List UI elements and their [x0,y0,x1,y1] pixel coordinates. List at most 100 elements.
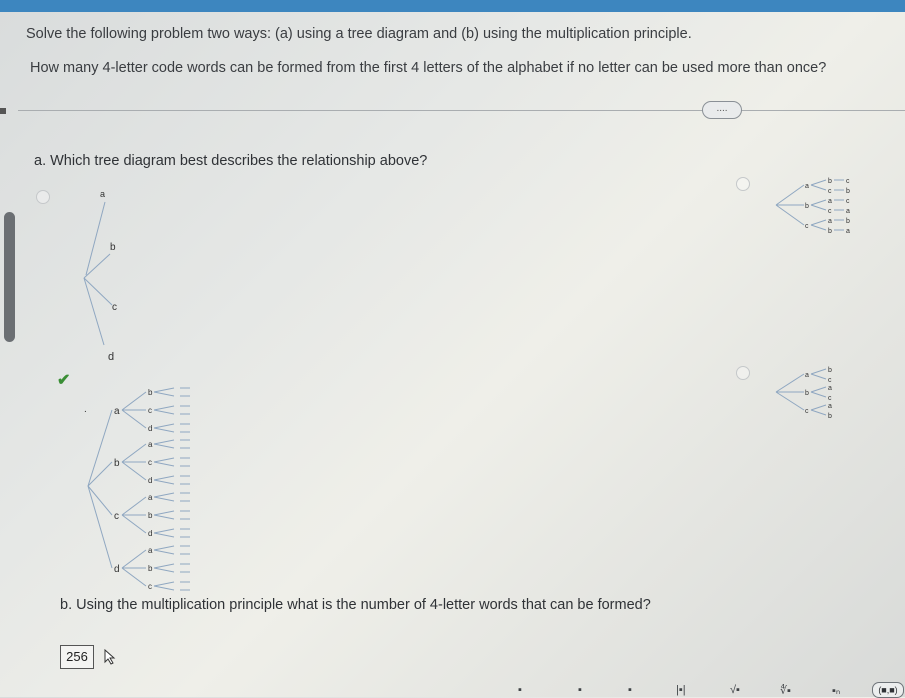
problem-instruction: Solve the following problem two ways: (a… [26,26,692,42]
tree-node-label: a [114,406,120,417]
tree-node-label: a [148,546,153,555]
correct-check-icon: ✔ [57,372,71,389]
tree-branch [153,567,175,573]
tree-branch [153,427,175,433]
top-bar [0,0,905,12]
tree-node-label: c [805,223,809,230]
tree-node-label: c [114,511,119,522]
tree-node-label: c [846,198,850,205]
tree-branch [121,443,147,463]
tree-branch [775,391,805,411]
tree-node-label: c [148,458,152,467]
tree-branch [810,184,827,191]
tree-branch [153,479,175,485]
tree-node-label: c [805,408,809,415]
tree-node-label: d [148,529,152,538]
option-2-tree-diagram: . abcdbacdcabddabc [84,387,190,591]
tree-branch [153,549,175,555]
superscript-tool-icon[interactable]: ▪ [578,684,582,696]
tree-branch [153,443,175,449]
option-4-tree-diagram: abcbaccab [775,367,832,420]
tree-node-label: a [100,189,105,199]
tree-node-label: b [148,564,153,573]
tree-node-label: c [148,406,152,415]
tree-node-label: c [828,377,832,384]
tree-node-label: a [828,385,832,392]
tree-branch [153,423,175,429]
tree-branch [153,532,175,538]
tree-branch [121,514,147,534]
tree-branch [153,528,175,534]
tree-branch [153,510,175,516]
tree-branch [121,391,147,411]
scrollbar[interactable] [4,212,15,342]
tree-branch [153,475,175,481]
more-button[interactable]: .... [702,101,742,119]
tree-node-label: c [148,582,152,591]
math-toolbar: ▪ ▪ ▪ |▪| √▪ ∜▪ ▪ₙ (■,■) [440,678,905,698]
subscript-tool-icon[interactable]: ▪ [628,684,632,696]
tree-node-label: b [148,511,153,520]
subscript-index-tool-icon[interactable]: ▪ₙ [832,684,840,697]
tree-node-label: a [846,228,850,235]
tree-branch [775,373,805,393]
tree-branch [810,391,827,398]
tree-branch [121,567,147,587]
tree-node-label: b [148,388,153,397]
tree-node-label: b [828,413,832,420]
tree-node-label: a [828,218,832,225]
tree-branch [775,184,805,206]
tree-branch [153,545,175,551]
tree-node-label: b [805,203,809,210]
tree-branch [153,461,175,467]
tree-node-label: a [148,493,153,502]
tree-node-label: c [828,208,832,215]
answer-input[interactable]: 256 [60,645,94,669]
tree-node-label: b [846,188,850,195]
tree-branch [153,405,175,411]
problem-question: How many 4-letter code words can be form… [30,60,827,76]
sqrt-tool-icon[interactable]: √▪ [730,684,740,696]
tree-node-label: c [828,395,832,402]
tree-node-label: b [114,458,120,469]
tree-root-dot: . [84,404,87,415]
tree-branch [85,201,106,276]
tree-node-label: a [846,208,850,215]
section-divider [18,110,905,111]
mouse-cursor-icon [104,649,116,665]
tree-branch [810,368,827,375]
tree-branch [153,387,175,393]
tree-node-label: a [828,198,832,205]
tree-node-label: a [148,440,153,449]
option-4-radio[interactable] [736,366,750,380]
tree-branch [153,391,175,397]
ordered-pair-tool-button[interactable]: (■,■) [872,682,904,698]
tree-branch [121,496,147,516]
tree-branch [153,585,175,591]
tree-node-label: b [828,228,832,235]
tree-branch [810,409,827,416]
tree-node-label: a [805,372,809,379]
tree-branch [153,514,175,520]
tree-branch [121,409,147,429]
tree-node-label: b [828,367,832,374]
tree-node-label: d [114,564,120,575]
tree-branch [810,224,827,231]
tree-branch [153,563,175,569]
tree-node-label: a [805,183,809,190]
tree-node-label: b [828,178,832,185]
tree-branch [153,457,175,463]
nth-root-tool-icon[interactable]: ∜▪ [780,684,791,697]
tree-branch [810,386,827,393]
tree-branch [87,485,113,516]
tree-node-label: b [805,390,809,397]
tree-branch [121,549,147,569]
fraction-tool-icon[interactable]: ▪ [518,684,522,696]
tree-branch [810,373,827,380]
tree-branch [810,199,827,206]
absolute-value-tool-icon[interactable]: |▪| [676,684,686,696]
option-1-radio[interactable] [36,190,50,204]
option-1-tree-diagram: a b c d [83,189,117,363]
tree-branch [87,485,113,569]
option-3-radio[interactable] [736,177,750,191]
